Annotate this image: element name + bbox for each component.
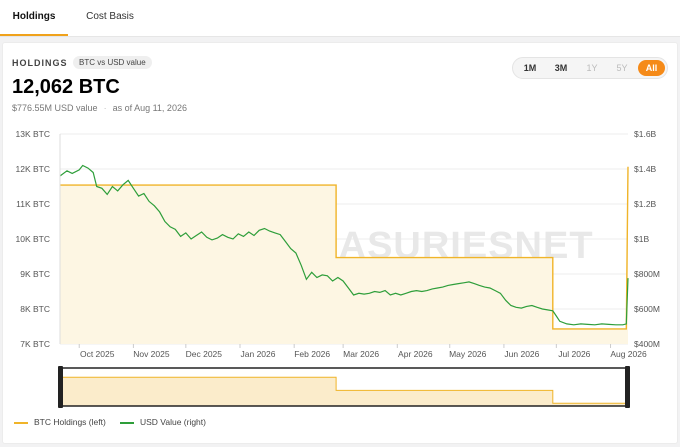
y-right-tick-label: $400M bbox=[634, 339, 660, 349]
y-left-tick-label: 7K BTC bbox=[20, 339, 50, 349]
navigator-left-handle bbox=[58, 366, 63, 408]
x-tick-label: Jul 2026 bbox=[558, 349, 590, 359]
legend-usd[interactable]: USD Value (right) bbox=[120, 417, 206, 427]
x-axis: Oct 2025 Nov 2025 Dec 2025 Jan 2026 Feb 2026… bbox=[78, 344, 647, 359]
y-right-tick-label: $1.6B bbox=[634, 129, 657, 139]
legend-btc-swatch bbox=[14, 421, 28, 424]
y-axis-left: 7K BTC 8K BTC 9K BTC 10K BTC 11K BTC 12K BTC 1… bbox=[16, 129, 51, 349]
x-tick-label: May 2026 bbox=[449, 349, 487, 359]
navigator-right-handle bbox=[625, 366, 630, 408]
y-left-tick-label: 8K BTC bbox=[20, 304, 50, 314]
x-tick-label: Feb 2026 bbox=[294, 349, 330, 359]
y-left-tick-label: 11K BTC bbox=[16, 199, 50, 209]
x-tick-label: Jan 2026 bbox=[241, 349, 276, 359]
legend-usd-swatch bbox=[120, 421, 134, 424]
legend-btc-label: BTC Holdings (left) bbox=[34, 417, 106, 427]
y-left-tick-label: 13K BTC bbox=[16, 129, 51, 139]
y-right-tick-label: $1.2B bbox=[634, 199, 657, 209]
x-tick-label: Aug 2026 bbox=[610, 349, 647, 359]
range-navigator[interactable] bbox=[58, 366, 630, 408]
x-tick-label: Oct 2025 bbox=[80, 349, 115, 359]
y-axis-right: $400M $600M $800M $1B $1.2B $1.4B $1.6B bbox=[634, 129, 660, 349]
legend-usd-label: USD Value (right) bbox=[140, 417, 206, 427]
x-tick-label: Mar 2026 bbox=[343, 349, 379, 359]
y-right-tick-label: $600M bbox=[634, 304, 660, 314]
y-right-tick-label: $800M bbox=[634, 269, 660, 279]
x-tick-label: Nov 2025 bbox=[133, 349, 170, 359]
y-left-tick-label: 12K BTC bbox=[16, 164, 51, 174]
x-tick-label: Dec 2025 bbox=[186, 349, 223, 359]
holdings-chart: BITCOINTREASURIESNET 7K BTC8K BTC9K BTC1… bbox=[16, 129, 660, 408]
x-tick-label: Jun 2026 bbox=[504, 349, 539, 359]
x-tick-label: Apr 2026 bbox=[398, 349, 433, 359]
y-right-tick-label: $1.4B bbox=[634, 164, 657, 174]
legend-btc[interactable]: BTC Holdings (left) bbox=[14, 417, 106, 427]
y-left-tick-label: 9K BTC bbox=[20, 269, 50, 279]
y-left-tick-label: 10K BTC bbox=[16, 234, 51, 244]
y-right-tick-label: $1B bbox=[634, 234, 649, 244]
